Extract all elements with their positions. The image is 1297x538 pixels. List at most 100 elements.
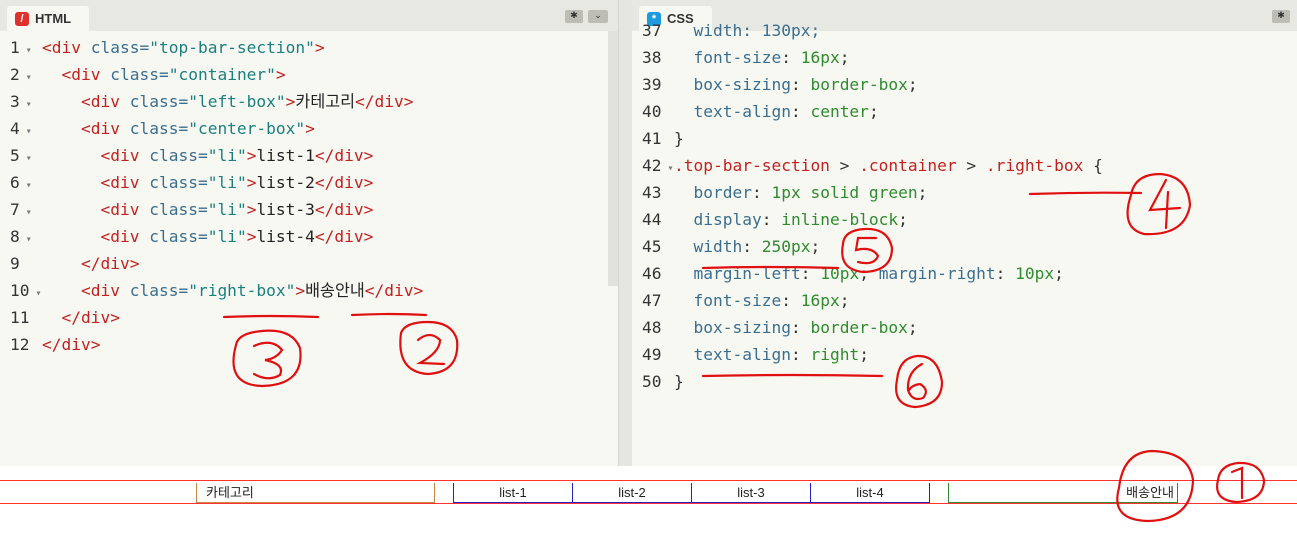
code-token: ;	[839, 48, 850, 67]
line-number: 38	[642, 48, 662, 67]
code-token: }	[674, 129, 684, 148]
code-token: <div	[61, 65, 111, 84]
html-editor-pane[interactable]: / HTML ✱ ⌄ 1 ▾ <div class="top-bar-sectio…	[0, 0, 619, 466]
code-token: >	[246, 173, 257, 192]
css-code-line[interactable]: 43 border: 1px solid green;	[632, 179, 927, 206]
code-token: width	[674, 237, 743, 256]
html-tab[interactable]: / HTML	[7, 6, 90, 31]
fold-arrow-icon[interactable]: ▾	[20, 72, 32, 83]
line-number: 45	[642, 237, 662, 256]
css-editor-pane[interactable]: * CSS ✱ 37 width: 130px; 38 font-size: 16…	[632, 0, 1297, 466]
fold-arrow-icon[interactable]: ▾	[20, 234, 32, 245]
chevron-down-icon[interactable]: ⌄	[588, 10, 608, 23]
code-token: <div	[42, 38, 91, 57]
fold-arrow-icon[interactable]: ▾	[30, 288, 42, 299]
line-number: 2 ▾	[10, 65, 32, 84]
code-token: >	[305, 119, 315, 138]
css-code-line[interactable]: 48 box-sizing: border-box;	[632, 314, 918, 341]
code-token: :	[790, 318, 811, 337]
line-number: 40	[642, 102, 662, 121]
code-token: :	[800, 264, 821, 283]
css-code-line[interactable]: 39 box-sizing: border-box;	[632, 71, 918, 98]
code-token: </div>	[61, 308, 120, 327]
line-number: 43	[642, 183, 662, 202]
code-token: list-4	[256, 227, 315, 246]
html-code-line[interactable]: 11 </div>	[0, 304, 120, 331]
settings-gear-icon[interactable]: ✱	[565, 10, 583, 23]
code-token: margin-right	[878, 264, 996, 283]
html-code-line[interactable]: 7 ▾ <div class="li">list-3</div>	[0, 196, 373, 223]
code-token: </div>	[364, 281, 424, 300]
css-code-area[interactable]: 37 width: 130px; 38 font-size: 16px; 39 bo…	[632, 21, 1297, 466]
code-token: class=	[129, 281, 189, 300]
code-token: 16px	[800, 291, 840, 310]
html-code-line[interactable]: 10 ▾ <div class="right-box">배송안내</div>	[0, 277, 423, 304]
html-code-area[interactable]: 1 ▾ <div class="top-bar-section"> 2 ▾ <div…	[0, 31, 618, 466]
top-bar-border-bottom	[0, 503, 1297, 504]
code-token: "li"	[207, 146, 247, 165]
css-code-line[interactable]: 47 font-size: 16px;	[632, 287, 849, 314]
code-token: .right-box	[985, 156, 1084, 175]
fold-arrow-icon[interactable]: ▾	[20, 207, 32, 218]
css-code-line[interactable]: 40 text-align: center;	[632, 98, 879, 125]
html-code-line[interactable]: 8 ▾ <div class="li">list-4</div>	[0, 223, 373, 250]
code-token: :	[995, 264, 1016, 283]
code-token: text-align	[674, 345, 791, 364]
code-token: font-size	[674, 48, 782, 67]
line-number: 1 ▾	[10, 38, 32, 57]
line-number: 49	[642, 345, 662, 364]
html-code-line[interactable]: 5 ▾ <div class="li">list-1</div>	[0, 142, 373, 169]
code-token: box-sizing	[674, 75, 791, 94]
code-token: "container"	[168, 65, 276, 84]
css-code-line[interactable]: 46 margin-left: 10px; margin-right: 10px…	[632, 260, 1064, 287]
css-code-line[interactable]: 38 font-size: 16px;	[632, 44, 849, 71]
code-token: 배송안내	[305, 281, 365, 300]
html-code-line[interactable]: 4 ▾ <div class="center-box">	[0, 115, 315, 142]
code-token: class=	[149, 227, 208, 246]
css-code-line[interactable]: 41}	[632, 125, 684, 152]
code-token: margin-left	[674, 264, 801, 283]
code-token: >	[246, 146, 257, 165]
preview-right-box: 배송안내	[948, 483, 1178, 503]
fold-arrow-icon[interactable]: ▾	[20, 126, 32, 137]
css-code-line[interactable]: 42 ▾.top-bar-section > .container > .rig…	[632, 152, 1103, 179]
line-number: 8 ▾	[10, 227, 32, 246]
css-code-line[interactable]: 50}	[632, 368, 684, 395]
code-token: :	[781, 291, 801, 310]
code-token: center	[810, 102, 869, 121]
code-token: ;	[907, 75, 918, 94]
line-number: 46	[642, 264, 662, 283]
html-code-line[interactable]: 9 </div>	[0, 250, 139, 277]
preview-list-item: list-2	[572, 483, 692, 503]
code-token: :	[790, 75, 811, 94]
code-token: <div	[100, 227, 150, 246]
code-token: :	[751, 183, 772, 202]
code-token: </div>	[42, 335, 101, 354]
preview-left-box: 카테고리	[196, 483, 435, 503]
code-token: "right-box"	[188, 281, 296, 300]
css-code-line[interactable]: 45 width: 250px;	[632, 233, 820, 260]
code-token: 1px solid green	[771, 183, 918, 202]
html-code-line[interactable]: 2 ▾ <div class="container">	[0, 61, 286, 88]
fold-arrow-icon[interactable]: ▾	[20, 45, 32, 56]
html-scrollbar[interactable]	[608, 31, 618, 286]
html-code-line[interactable]: 1 ▾ <div class="top-bar-section">	[0, 34, 325, 61]
fold-arrow-icon[interactable]: ▾	[20, 153, 32, 164]
pane-divider[interactable]	[619, 0, 632, 466]
html-code-line[interactable]: 3 ▾ <div class="left-box">카테고리</div>	[0, 88, 413, 115]
line-number: 12	[10, 335, 30, 354]
settings-gear-icon[interactable]: ✱	[1272, 10, 1290, 23]
html-code-line[interactable]: 6 ▾ <div class="li">list-2</div>	[0, 169, 373, 196]
html-code-line[interactable]: 12 </div>	[0, 331, 100, 358]
fold-arrow-icon[interactable]: ▾	[662, 163, 674, 174]
code-token: "left-box"	[188, 92, 286, 111]
fold-arrow-icon[interactable]: ▾	[20, 180, 32, 191]
css-code-line[interactable]: 44 display: inline-block;	[632, 206, 908, 233]
fold-arrow-icon[interactable]: ▾	[20, 99, 32, 110]
line-number: 6 ▾	[10, 173, 32, 192]
code-token: border	[674, 183, 752, 202]
css-code-line[interactable]: 49 text-align: right;	[632, 341, 869, 368]
